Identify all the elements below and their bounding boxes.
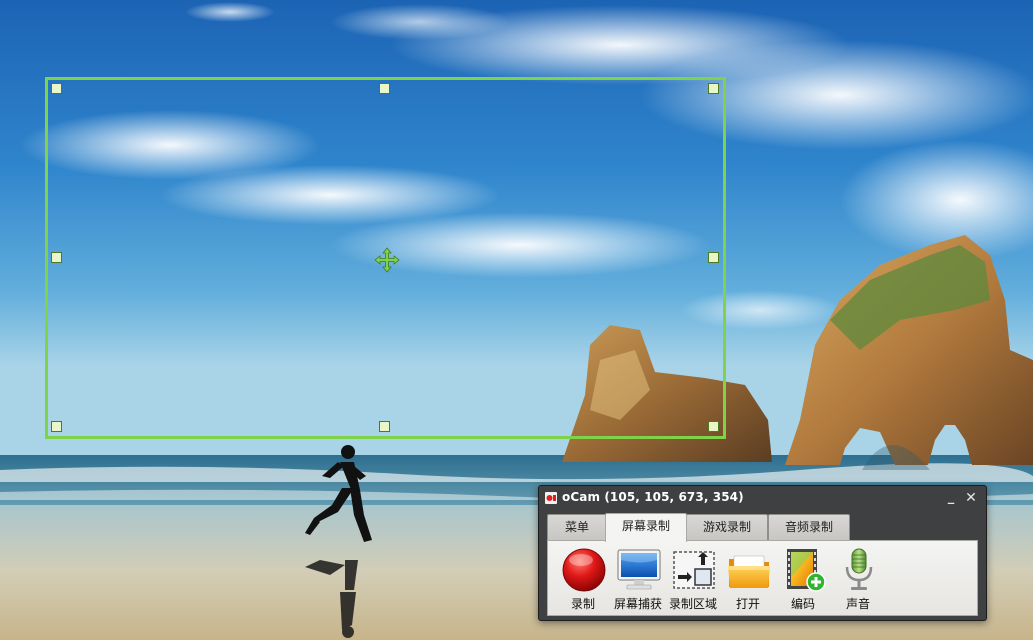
encoding-label: 编码 [790, 597, 815, 611]
resize-region-icon [673, 551, 715, 589]
ocam-app-icon [545, 492, 557, 504]
monitor-icon [617, 549, 661, 590]
microphone-icon [845, 548, 873, 590]
encoding-button[interactable]: 编码 [775, 547, 831, 613]
record-region-label: 录制区域 [668, 597, 717, 611]
open-button[interactable]: 打开 [720, 547, 776, 613]
window-title: oCam (105, 105, 673, 354) [562, 490, 744, 504]
tab-menu[interactable]: 菜单 [547, 514, 607, 541]
move-arrows-icon[interactable] [374, 247, 400, 273]
screen-capture-label: 屏幕捕获 [613, 597, 662, 611]
resize-handle-bottom-center[interactable] [379, 421, 390, 432]
sound-button[interactable]: 声音 [830, 547, 886, 613]
tab-game-recording[interactable]: 游戏录制 [686, 514, 768, 541]
resize-handle-top-right[interactable] [708, 83, 719, 94]
minimize-button[interactable]: _ [942, 489, 960, 507]
capture-region[interactable] [45, 77, 726, 439]
tab-audio-recording[interactable]: 音频录制 [768, 514, 850, 541]
sound-label: 声音 [845, 597, 870, 611]
record-region-button[interactable]: 录制区域 [665, 547, 721, 613]
resize-handle-bottom-left[interactable] [51, 421, 62, 432]
folder-icon [728, 555, 770, 588]
open-label: 打开 [735, 597, 760, 611]
record-icon [562, 548, 606, 592]
close-button[interactable]: ✕ [962, 489, 980, 507]
record-button[interactable]: 录制 [555, 547, 611, 613]
screen-capture-button[interactable]: 屏幕捕获 [610, 547, 666, 613]
ocam-window: oCam (105, 105, 673, 354) _ ✕ 菜单 屏幕录制 游戏… [538, 485, 987, 621]
film-add-icon [787, 549, 826, 592]
resize-handle-middle-right[interactable] [708, 252, 719, 263]
resize-handle-bottom-right[interactable] [708, 421, 719, 432]
record-label: 录制 [570, 597, 595, 611]
resize-handle-top-left[interactable] [51, 83, 62, 94]
resize-handle-middle-left[interactable] [51, 252, 62, 263]
resize-handle-top-center[interactable] [379, 83, 390, 94]
tab-screen-recording[interactable]: 屏幕录制 [605, 513, 687, 542]
title-bar[interactable]: oCam (105, 105, 673, 354) _ ✕ [539, 486, 986, 510]
